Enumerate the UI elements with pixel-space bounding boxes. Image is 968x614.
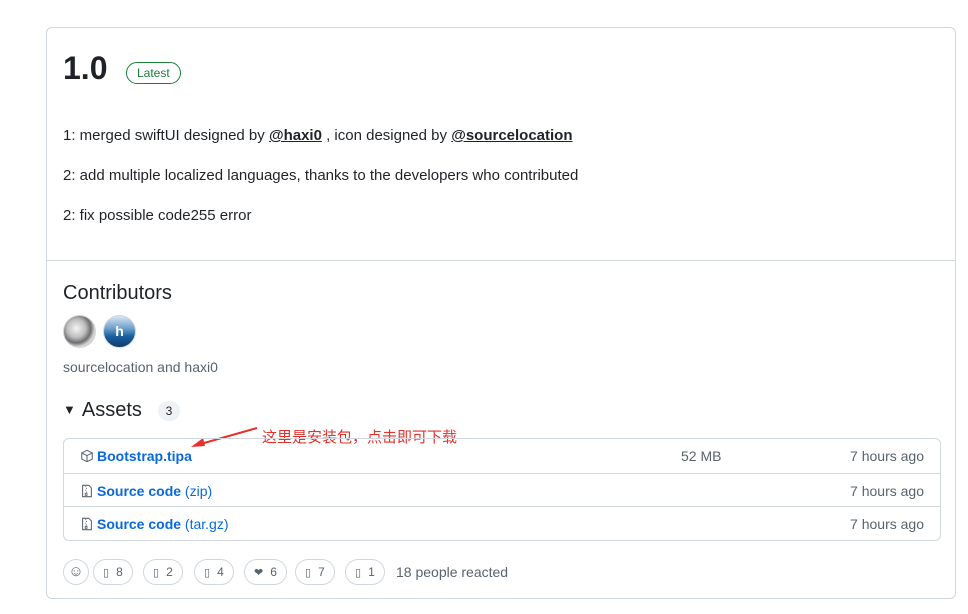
release-note-2: 2: add multiple localized languages, tha…: [63, 167, 579, 184]
asset-time: 7 hours ago: [850, 448, 924, 464]
mention-haxi0-link[interactable]: @haxi0: [269, 127, 322, 144]
asset-time: 7 hours ago: [850, 516, 924, 532]
release-note-1: 1: merged swiftUI designed by @haxi0 , i…: [63, 127, 573, 144]
file-zip-icon: [82, 517, 92, 531]
avatar-sourcelocation[interactable]: [63, 315, 96, 348]
assets-title: Assets: [81, 399, 142, 421]
assets-toggle[interactable]: ▼ Assets: [63, 399, 142, 422]
avatar-haxi0[interactable]: h: [103, 315, 136, 348]
reaction-heart-button[interactable]: ❤ 6: [244, 559, 287, 585]
asset-row: Bootstrap.tipa 52 MB 7 hours ago: [64, 439, 940, 473]
latest-badge: Latest: [126, 62, 181, 84]
asset-row: Source code (zip) 7 hours ago: [64, 473, 940, 507]
asset-size: 52 MB: [681, 448, 722, 464]
release-note-3: 2: fix possible code255 error: [63, 207, 252, 224]
reaction-button[interactable]: ▯ 1: [345, 559, 385, 585]
asset-row: Source code (tar.gz) 7 hours ago: [64, 506, 940, 540]
asset-link-source-zip[interactable]: Source code (zip): [97, 483, 212, 499]
release-card: 1.0 Latest 1: merged swiftUI designed by…: [46, 27, 956, 599]
reaction-button[interactable]: ▯ 2: [143, 559, 183, 585]
reaction-button[interactable]: ▯ 4: [194, 559, 234, 585]
assets-list: Bootstrap.tipa 52 MB 7 hours ago Source …: [63, 438, 941, 541]
caret-down-icon: ▼: [63, 402, 76, 417]
add-reaction-smiley-icon[interactable]: ☺: [63, 559, 89, 585]
reaction-button[interactable]: ▯ 8: [93, 559, 133, 585]
asset-link-source-targz[interactable]: Source code (tar.gz): [97, 516, 229, 532]
release-version[interactable]: 1.0: [63, 50, 107, 87]
contributors-names: sourcelocation and haxi0: [63, 359, 218, 375]
asset-link-bootstrap-tipa[interactable]: Bootstrap.tipa: [97, 448, 192, 464]
file-zip-icon: [82, 484, 92, 498]
release-header: 1.0 Latest 1: merged swiftUI designed by…: [47, 28, 955, 261]
asset-time: 7 hours ago: [850, 483, 924, 499]
assets-count-badge: 3: [158, 401, 180, 421]
note-text: , icon designed by: [321, 127, 452, 144]
contributors-title: Contributors: [63, 282, 172, 304]
mention-sourcelocation-link[interactable]: @sourcelocation: [451, 127, 572, 144]
note-text: 1: merged swiftUI designed by: [63, 127, 269, 144]
reaction-button[interactable]: ▯ 7: [295, 559, 335, 585]
reactions-summary: 18 people reacted: [396, 564, 509, 580]
package-icon: [81, 449, 93, 463]
